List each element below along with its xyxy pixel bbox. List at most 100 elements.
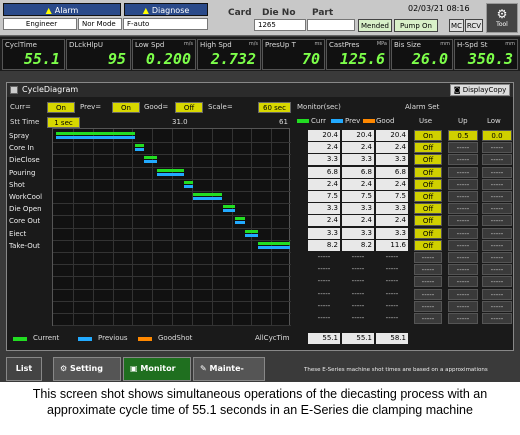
allcyc-label: AllCycTim	[255, 334, 290, 342]
alarm-empty[interactable]: -----	[482, 300, 512, 312]
monitor-curr: 20.4	[308, 130, 340, 141]
alarm-low-field[interactable]: -----	[482, 215, 512, 227]
list-button[interactable]: List	[6, 357, 42, 381]
stt-time-value[interactable]: 1 sec	[47, 117, 80, 128]
tool-button[interactable]: ⚙ Tool	[486, 3, 518, 33]
alarm-low-field[interactable]: -----	[482, 166, 512, 178]
mc-button[interactable]: MC	[449, 19, 464, 32]
monitor-curr: 8.2	[308, 239, 340, 251]
setting-button[interactable]: ⚙ Setting	[53, 357, 121, 381]
user-field: Engineer	[3, 18, 77, 30]
pump-button[interactable]: Pump On	[394, 19, 438, 32]
alarm-empty[interactable]: -----	[482, 313, 512, 324]
good-label: Good=	[144, 103, 169, 111]
alarm-up-field[interactable]: -----	[448, 215, 478, 227]
display-copy-button[interactable]: ◙ DisplayCopy	[450, 84, 510, 96]
machine-screen: ▲ Alarm ▲ Diagnose Engineer Nor Mode F-aut…	[0, 0, 520, 382]
prev-label: Prev=	[80, 103, 102, 111]
alarm-empty[interactable]: -----	[482, 264, 512, 276]
alarm-use-toggle[interactable]: Off	[414, 178, 442, 190]
alarm-use-toggle[interactable]: Off	[414, 191, 442, 202]
alarm-up-field[interactable]: 0.5	[448, 130, 478, 141]
prev-toggle[interactable]: On	[112, 102, 140, 113]
alarm-low-field[interactable]: -----	[482, 142, 512, 154]
monitor-curr: 6.8	[308, 166, 340, 178]
curr-toggle[interactable]: On	[47, 102, 75, 113]
alarm-button[interactable]: ▲ Alarm	[3, 3, 121, 16]
good-toggle[interactable]: Off	[175, 102, 203, 113]
alarm-low-field[interactable]: 0.0	[482, 130, 512, 141]
monitor-good: 2.4	[376, 142, 408, 154]
legend-current: Current	[33, 334, 60, 342]
col-curr: Curr	[311, 117, 326, 125]
monitor-empty: -----	[342, 313, 374, 324]
alarm-use-toggle[interactable]: Off	[414, 239, 442, 251]
alarm-empty[interactable]: -----	[448, 300, 478, 312]
alarm-use-toggle[interactable]: Off	[414, 203, 442, 215]
alarm-empty[interactable]: -----	[448, 313, 478, 324]
alarm-use-toggle[interactable]: Off	[414, 154, 442, 166]
alarm-empty[interactable]: -----	[482, 252, 512, 263]
alarm-empty[interactable]: -----	[448, 288, 478, 300]
alarm-use-toggle[interactable]: Off	[414, 227, 442, 239]
bar-current	[144, 156, 158, 160]
alarm-low-field[interactable]: -----	[482, 203, 512, 215]
metric-value: 70	[301, 50, 320, 68]
alarm-up-field[interactable]: -----	[448, 154, 478, 166]
alarm-empty[interactable]: -----	[448, 252, 478, 263]
alarm-low-field[interactable]: -----	[482, 154, 512, 166]
mainte-button[interactable]: ✎ Mainte-	[193, 357, 265, 381]
auto-field: F-auto	[123, 18, 208, 30]
alarm-low-field[interactable]: -----	[482, 239, 512, 251]
row-line	[53, 325, 291, 327]
metric-value: 350.3	[467, 50, 513, 68]
row-line	[53, 313, 291, 314]
alarm-up-field[interactable]: -----	[448, 239, 478, 251]
bar-previous	[183, 184, 194, 188]
alarm-up-field[interactable]: -----	[448, 227, 478, 239]
alarm-empty[interactable]: -----	[482, 288, 512, 300]
alarm-empty[interactable]: -----	[414, 313, 442, 324]
alarm-low-field[interactable]: -----	[482, 191, 512, 202]
metric-name: Bis Size	[394, 41, 421, 49]
bar-previous	[222, 209, 236, 213]
alarm-empty[interactable]: -----	[448, 276, 478, 288]
alarm-up-field[interactable]: -----	[448, 191, 478, 202]
monitor-curr: 3.3	[308, 227, 340, 239]
alarm-use-toggle[interactable]: Off	[414, 142, 442, 154]
alarm-low-field[interactable]: -----	[482, 178, 512, 190]
legend-previous: Previous	[98, 334, 128, 342]
approx-note: These E-Series machine shot times are ba…	[304, 367, 488, 373]
warning-icon: ▲	[45, 6, 52, 15]
monitor-button[interactable]: ▣ Monitor	[123, 357, 191, 381]
monitor-empty: -----	[308, 300, 340, 312]
monitor-icon: ▣	[130, 364, 138, 373]
alarm-use-toggle[interactable]: On	[414, 130, 442, 141]
alarm-up-field[interactable]: -----	[448, 178, 478, 190]
alarm-up-field[interactable]: -----	[448, 166, 478, 178]
metric-high-spd: High Spd m/s 2.732	[197, 39, 261, 70]
mended-button[interactable]: Mended	[358, 19, 392, 32]
diagnose-button[interactable]: ▲ Diagnose	[124, 3, 208, 16]
alarm-empty[interactable]: -----	[414, 288, 442, 300]
scale-value[interactable]: 60 sec	[258, 102, 291, 113]
alarm-empty[interactable]: -----	[414, 276, 442, 288]
curr-swatch	[297, 119, 309, 123]
metric-dlck: DLckHlpU 95	[66, 39, 131, 70]
rcv-button[interactable]: RCV	[465, 19, 483, 32]
alarm-empty[interactable]: -----	[448, 264, 478, 276]
alarm-low-field[interactable]: -----	[482, 227, 512, 239]
alarm-use-toggle[interactable]: Off	[414, 166, 442, 178]
bar-previous	[244, 233, 258, 237]
row-line	[53, 191, 291, 192]
alarm-empty[interactable]: -----	[482, 276, 512, 288]
alarm-empty[interactable]: -----	[414, 252, 442, 263]
alarm-empty[interactable]: -----	[414, 264, 442, 276]
alarm-use-toggle[interactable]: Off	[414, 215, 442, 227]
alarm-up-field[interactable]: -----	[448, 142, 478, 154]
row-label: Die Open	[9, 205, 42, 214]
monitor-label: Monitor(sec)	[297, 103, 341, 111]
alarm-up-field[interactable]: -----	[448, 203, 478, 215]
alarm-empty[interactable]: -----	[414, 300, 442, 312]
row-line	[53, 227, 291, 229]
